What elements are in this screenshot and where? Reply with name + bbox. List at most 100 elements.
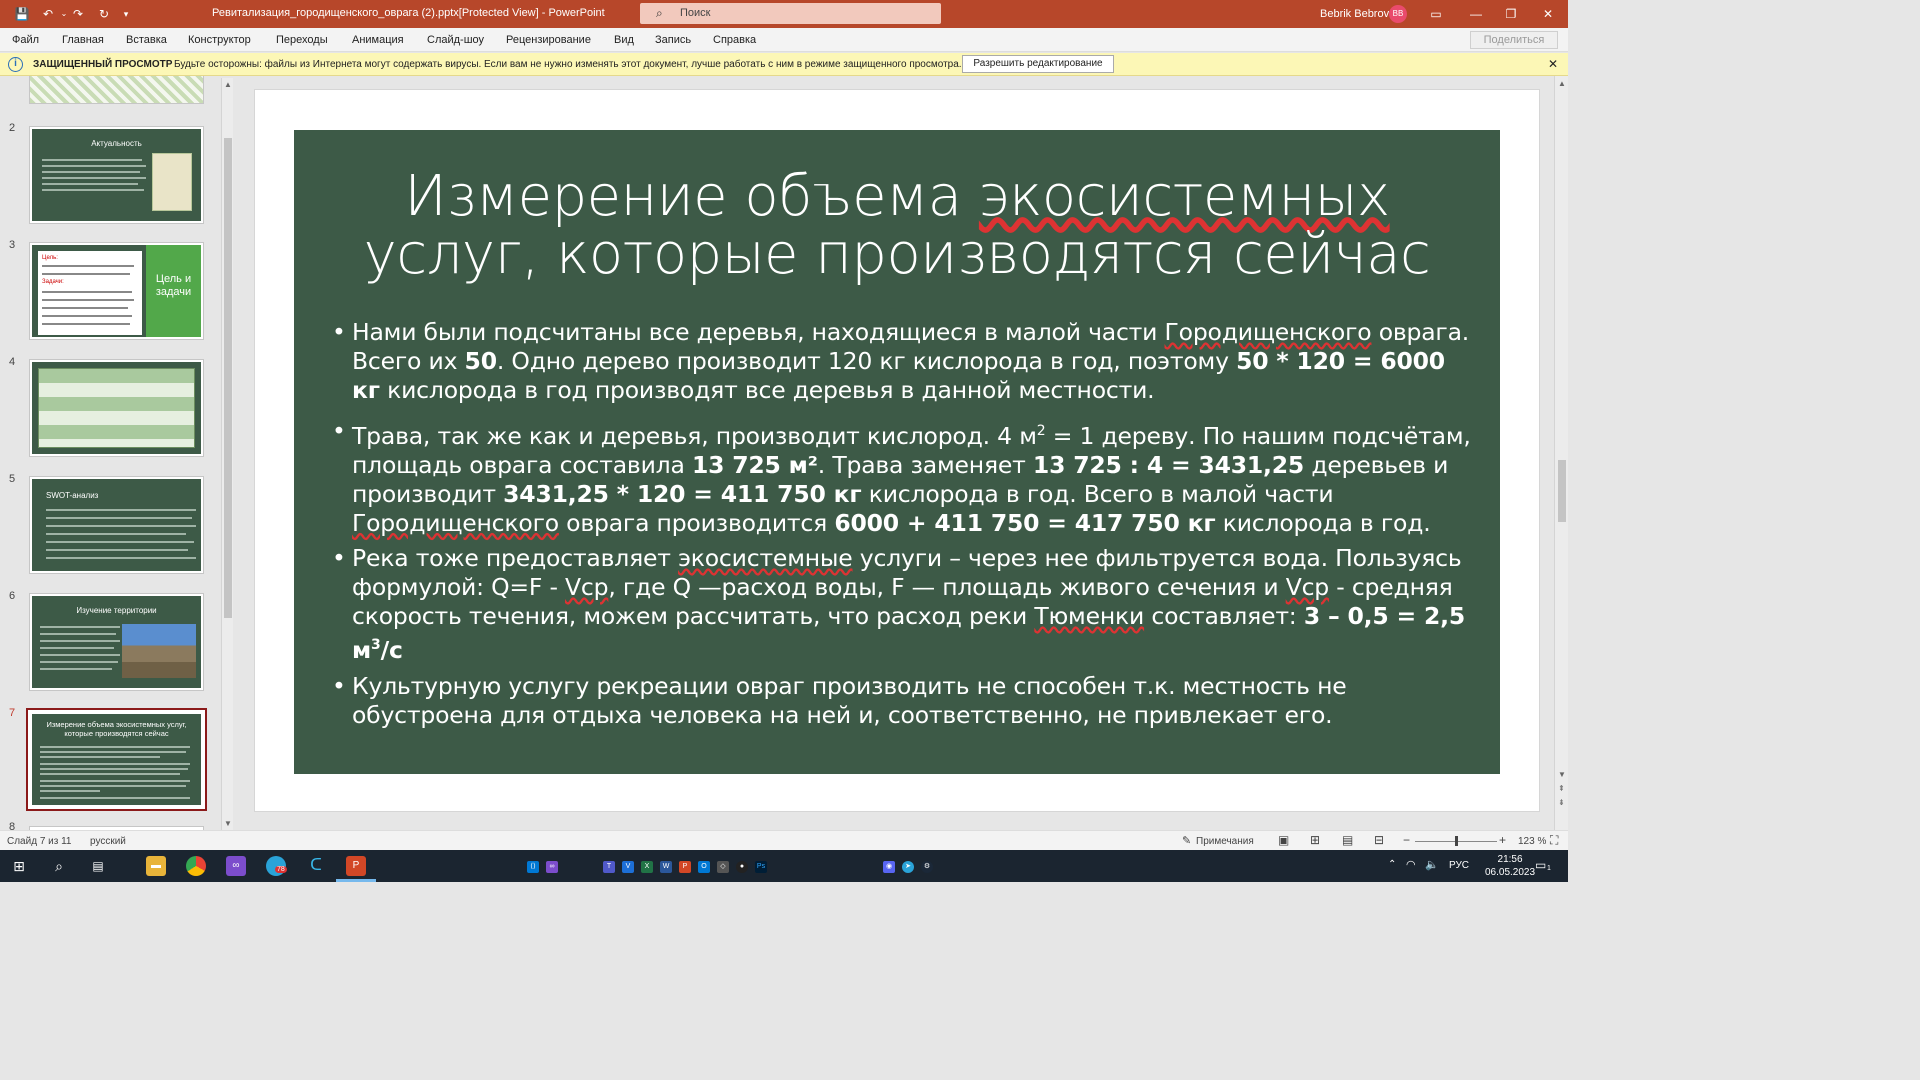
notification-badge: 78 — [275, 866, 287, 873]
telegram-icon[interactable]: ➤ — [902, 861, 914, 873]
undo-icon[interactable]: ↶ — [40, 6, 56, 22]
unity-icon[interactable]: ◇ — [717, 861, 729, 873]
customize-toolbar-icon[interactable]: ▾ — [118, 6, 134, 22]
zoom-in-icon[interactable]: + — [1499, 833, 1506, 847]
tab-view[interactable]: Вид — [614, 34, 634, 46]
notes-button[interactable]: Примечания — [1196, 836, 1254, 847]
slide-thumbnail-1[interactable] — [29, 76, 204, 104]
visual-studio-icon[interactable]: ∞ — [226, 856, 246, 876]
slide-thumbnail-7-selected[interactable]: Измерение объема экосистемных услуг, кот… — [26, 708, 207, 811]
wifi-icon[interactable]: ◠ — [1406, 858, 1416, 871]
search-box[interactable]: ⌕ Поиск — [640, 3, 941, 24]
file-explorer-icon[interactable]: ▬ — [146, 856, 166, 876]
normal-view-icon[interactable]: ▣ — [1278, 833, 1289, 847]
ribbon-display-icon[interactable]: ▭ — [1428, 6, 1444, 22]
save-icon[interactable]: 💾 — [14, 6, 30, 22]
system-clock[interactable]: 21:56 06.05.2023 — [1485, 853, 1535, 879]
scroll-down-icon[interactable]: ▼ — [224, 819, 232, 828]
ravine-photo — [122, 624, 196, 678]
thumbnail-title: Актуальность — [91, 139, 142, 148]
bullet-dot: • — [332, 672, 346, 700]
protected-view-bar: i ЗАЩИЩЕННЫЙ ПРОСМОТР Будьте осторожны: … — [0, 53, 1568, 76]
slide-thumbnail-2[interactable]: Актуальность — [29, 126, 204, 224]
chrome-icon[interactable] — [186, 856, 206, 876]
slide-thumbnail-3[interactable]: Цель: Задачи: Цель и задачи — [29, 242, 204, 340]
search-placeholder: Поиск — [680, 7, 711, 19]
tab-review[interactable]: Рецензирование — [506, 34, 591, 46]
close-message-icon[interactable]: ✕ — [1548, 57, 1558, 71]
scroll-down-icon[interactable]: ▼ — [1558, 770, 1566, 779]
tab-transitions[interactable]: Переходы — [276, 34, 328, 46]
restore-icon[interactable]: ❐ — [1503, 6, 1519, 22]
word-icon[interactable]: W — [660, 861, 672, 873]
steam-icon[interactable]: ⚙ — [921, 861, 933, 873]
vscode-icon[interactable]: ⟨⟩ — [527, 861, 539, 873]
thumbnail-number: 8 — [9, 821, 16, 830]
fit-to-window-icon[interactable]: ⛶ — [1550, 833, 1558, 848]
minimize-icon[interactable]: — — [1468, 6, 1484, 22]
photoshop-icon[interactable]: Ps — [755, 861, 767, 873]
windows-start-icon[interactable]: ⊞ — [9, 856, 29, 876]
next-slide-icon[interactable]: ⇟ — [1558, 798, 1565, 807]
slide-7[interactable]: Измерение объема экосистемных услуг, кот… — [294, 130, 1500, 774]
input-language[interactable]: РУС — [1449, 860, 1469, 871]
excel-icon[interactable]: X — [641, 861, 653, 873]
notification-count: 1 — [1547, 865, 1551, 872]
tab-help[interactable]: Справка — [713, 34, 756, 46]
thumbnail-number: 3 — [9, 239, 16, 251]
enable-editing-button[interactable]: Разрешить редактирование — [962, 55, 1114, 73]
slide-scrollbar[interactable]: ▲ ▼ ⇞ ⇟ — [1554, 76, 1568, 830]
map-image — [152, 153, 192, 211]
powerpoint-small-icon[interactable]: P — [679, 861, 691, 873]
tab-home[interactable]: Главная — [62, 34, 104, 46]
task-view-icon[interactable]: ▤ — [88, 856, 108, 876]
avatar[interactable]: BB — [1389, 5, 1407, 23]
tab-slideshow[interactable]: Слайд-шоу — [427, 34, 484, 46]
thumbnail-number: 5 — [9, 473, 16, 485]
slideshow-icon[interactable]: ⊟ — [1374, 833, 1384, 847]
thumbnail-scrollbar[interactable]: ▲ ▼ — [221, 78, 233, 830]
clion-icon[interactable]: ᑕ — [306, 856, 326, 876]
outlook-icon[interactable]: O — [698, 861, 710, 873]
zoom-slider-thumb[interactable] — [1455, 836, 1458, 846]
tab-record[interactable]: Запись — [655, 34, 691, 46]
language-indicator[interactable]: русский — [90, 836, 126, 847]
search-icon[interactable]: ⌕ — [49, 856, 69, 876]
close-icon[interactable]: ✕ — [1540, 6, 1556, 22]
thumbnail-scroll-thumb[interactable] — [224, 138, 232, 618]
tab-insert[interactable]: Вставка — [126, 34, 167, 46]
tab-design[interactable]: Конструктор — [188, 34, 251, 46]
teams-icon[interactable]: T — [603, 861, 615, 873]
share-label: Поделиться — [1483, 34, 1545, 46]
volume-icon[interactable]: 🔈 — [1425, 858, 1439, 871]
title-bar: 💾 ↶ ⌄ ↷ ↻ ▾ Ревитализация_городищенского… — [0, 0, 1568, 28]
previous-slide-icon[interactable]: ⇞ — [1558, 784, 1565, 793]
notes-icon[interactable]: ✎ — [1182, 834, 1191, 847]
redo-icon[interactable]: ↷ — [70, 6, 86, 22]
scroll-up-icon[interactable]: ▲ — [224, 80, 232, 89]
scroll-up-icon[interactable]: ▲ — [1558, 79, 1566, 88]
tab-animation[interactable]: Анимация — [352, 34, 404, 46]
slide-scroll-thumb[interactable] — [1558, 460, 1566, 522]
slide-sorter-icon[interactable]: ⊞ — [1310, 833, 1320, 847]
share-button[interactable]: Поделиться — [1470, 31, 1558, 49]
notifications-icon[interactable]: ▭ — [1535, 858, 1546, 872]
visio-icon[interactable]: V — [622, 861, 634, 873]
user-name[interactable]: Bebrik Bebrov — [1320, 8, 1389, 20]
slide-thumbnail-5[interactable]: SWOT-анализ — [29, 476, 204, 574]
reading-view-icon[interactable]: ▤ — [1342, 833, 1353, 847]
discord-icon[interactable]: ◉ — [883, 861, 895, 873]
protected-view-title: ЗАЩИЩЕННЫЙ ПРОСМОТР — [33, 59, 173, 70]
zoom-level[interactable]: 123 % — [1518, 836, 1546, 847]
slide-thumbnail-6[interactable]: Изучение территории — [29, 593, 204, 691]
slide-thumbnail-4[interactable] — [29, 359, 204, 457]
repeat-icon[interactable]: ↻ — [96, 6, 112, 22]
slide-title[interactable]: Измерение объема экосистемных услуг, кот… — [294, 168, 1500, 284]
tray-overflow-icon[interactable]: ⌃ — [1388, 859, 1396, 870]
obs-icon[interactable]: ● — [736, 861, 748, 873]
visual-studio-small-icon[interactable]: ∞ — [546, 861, 558, 873]
document-title: Ревитализация_городищенского_оврага (2).… — [212, 7, 605, 19]
tab-file[interactable]: Файл — [12, 34, 39, 46]
zoom-out-icon[interactable]: − — [1403, 833, 1410, 847]
powerpoint-icon[interactable]: P — [346, 856, 366, 876]
